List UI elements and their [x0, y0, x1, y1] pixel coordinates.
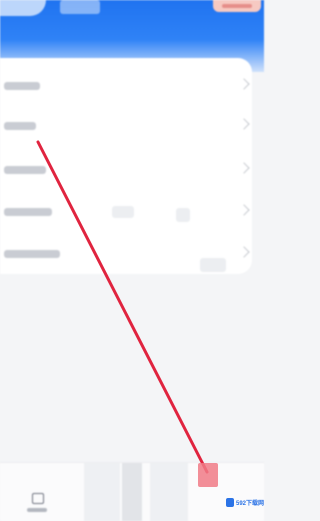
- guidance-target-box: [198, 463, 218, 487]
- watermark-text: 592下载网: [235, 500, 264, 507]
- watermark: 592下载网: [226, 496, 264, 508]
- guidance-arrow-line: [36, 140, 209, 474]
- watermark-logo-icon: [226, 497, 234, 507]
- guidance-annotation: [36, 140, 218, 487]
